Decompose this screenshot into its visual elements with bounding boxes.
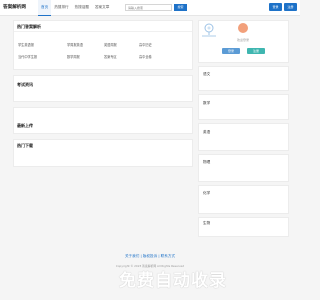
panel-title: 最新上传 [17, 123, 33, 128]
panel-title: 考试资讯 [17, 82, 33, 87]
watermark: 免费自动收录 [119, 271, 227, 291]
answer-link[interactable]: 当代中学生报 [18, 54, 37, 59]
welcome-text: 欢迎登录 [236, 38, 249, 42]
subject-title[interactable]: 语文 [203, 72, 210, 77]
subject-box-chinese: 语文 [198, 66, 289, 91]
subject-box-math: 数学 [198, 94, 289, 120]
divider [14, 31, 192, 32]
main-nav: 首页 热搜排行 热搜话题 答案文章 [38, 0, 112, 16]
site-logo[interactable]: 答案解析网 [3, 4, 26, 10]
subject-title[interactable]: 物理 [203, 160, 210, 165]
login-button[interactable]: 登录 [269, 3, 282, 11]
latest-uploads-panel: 最新上传 [13, 107, 193, 134]
subject-title[interactable]: 英语 [203, 130, 210, 135]
answer-link[interactable]: 高中历史 [139, 42, 152, 47]
top-navigation-bar: 答案解析网 首页 热搜排行 热搜话题 答案文章 搜索 登录 注册 [0, 0, 300, 16]
subject-title[interactable]: 数学 [203, 101, 210, 106]
answer-link[interactable]: 学生英语报 [18, 42, 34, 47]
subject-title[interactable]: 化学 [203, 191, 210, 196]
answer-link[interactable]: 英语周报 [104, 42, 117, 47]
nav-item-home[interactable]: 首页 [38, 0, 52, 16]
footer-links[interactable]: 关于我们 | 版权投诉 | 联系方式 [0, 254, 300, 259]
hot-downloads-panel: 热门下载 [13, 139, 193, 167]
answer-link[interactable]: 高中全卷 [139, 54, 152, 59]
search-button[interactable]: 搜索 [174, 4, 187, 11]
hot-answers-panel: 热门答案解析 学生英语报 学周报英语 英语周报 高中历史 当代中学生报 数学周报… [13, 20, 193, 70]
exam-news-panel: 考试资讯 [13, 75, 193, 102]
nav-item-hot-topics[interactable]: 热搜话题 [72, 0, 92, 16]
sidebar-register-button[interactable]: 注册 [247, 48, 265, 54]
lamp-illustration [202, 23, 216, 37]
sidebar-login-button[interactable]: 登录 [222, 48, 240, 54]
nav-item-hot-ranking[interactable]: 热搜排行 [51, 0, 71, 16]
subject-box-biology: 生物 [198, 217, 289, 237]
avatar[interactable] [238, 23, 248, 33]
register-button[interactable]: 注册 [284, 3, 297, 11]
answer-link[interactable]: 数学周报 [67, 54, 80, 59]
answer-link[interactable]: 答案专区 [104, 54, 117, 59]
subject-box-english: 英语 [198, 123, 289, 151]
subject-title[interactable]: 生物 [203, 221, 210, 226]
answer-link[interactable]: 学周报英语 [67, 42, 83, 47]
subject-box-physics: 物理 [198, 154, 289, 182]
search-input[interactable] [125, 4, 172, 11]
panel-title: 热门答案解析 [17, 24, 41, 29]
nav-item-articles[interactable]: 答案文章 [92, 0, 112, 16]
subject-box-chemistry: 化学 [198, 185, 289, 214]
panel-title: 热门下载 [17, 143, 33, 148]
